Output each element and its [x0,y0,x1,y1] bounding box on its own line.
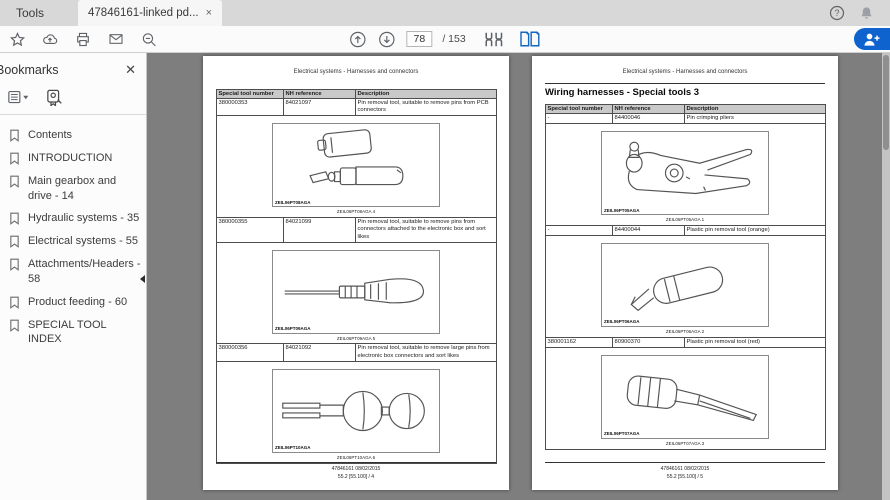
print-icon[interactable] [71,29,95,50]
figure-caption: ZEIL06PT07AGA 3 [546,441,825,447]
col-header-nh-reference: NH reference [283,90,355,99]
two-page-view-icon[interactable] [520,30,542,48]
bookmarks-close-icon[interactable]: ✕ [125,62,136,78]
figure-caption: ZEIL06PT05AGA 1 [546,217,825,223]
bookmark-item-main-gearbox[interactable]: Main gearbox and drive - 14 [0,170,146,208]
acrobat-window: Tools 47846161-linked pd... × ? [0,0,890,500]
tool-illustration-large-pin-removal: ZEIL06PT10AGA [272,369,440,453]
figure-id-label: ZEIL06PT09AGA [275,326,311,332]
tool-illustration-pin-removal-pcb: ZEIL06PT08AGA [272,123,440,207]
organize-pages-icon[interactable] [484,30,506,48]
table-row: - 84400046 Pin crimping pliers [545,114,825,124]
collapse-panel-icon[interactable] [140,275,145,283]
zoom-out-icon[interactable] [137,29,161,50]
col-header-description: Description [684,105,825,114]
favorite-star-icon[interactable] [6,29,29,50]
notifications-bell-icon[interactable] [859,5,874,21]
next-page-icon[interactable] [377,30,396,49]
table-row: 380000355 84021099 Pin removal tool, sui… [216,218,496,243]
tool-illustration-pin-removal-electronic-box: ZEIL06PT09AGA [272,250,440,334]
bookmarks-panel: Bookmarks ✕ Contents INTRODUCTION Main g… [0,53,147,500]
bookmarks-list: Contents INTRODUCTION Main gearbox and d… [0,115,146,351]
tab-bar: Tools 47846161-linked pd... × ? [0,0,890,26]
tab-document[interactable]: 47846161-linked pd... × [78,0,222,26]
footer-doc-number: 47846161 08/02/2015 [532,466,838,474]
figure-caption: ZEIL06PT06AGA 2 [546,329,825,335]
bookmark-item-special-tool-index[interactable]: SPECIAL TOOL INDEX [0,314,146,352]
running-header: Electrical systems - Harnesses and conne… [203,56,509,75]
col-header-tool-number: Special tool number [545,105,612,114]
share-people-button[interactable] [854,28,890,50]
section-divider [545,83,825,84]
help-icon[interactable]: ? [829,5,845,21]
page-footer: 47846161 08/02/2015 55.2 [55.100] / 4 [203,462,509,481]
page-number-input[interactable] [406,31,432,47]
figure-id-label: ZEIL06PT06AGA [604,319,640,325]
section-heading: Wiring harnesses - Special tools 3 [545,87,825,98]
figure-id-label: ZEIL06PT10AGA [275,445,311,451]
col-header-tool-number: Special tool number [216,90,283,99]
footer-section-page: 55.2 [55.100] / 5 [532,474,838,482]
bookmarks-options-icon[interactable] [8,90,30,105]
share-cloud-upload-icon[interactable] [38,29,62,50]
toolbar: / 153 [0,26,890,53]
col-header-description: Description [355,90,496,99]
bookmark-item-introduction[interactable]: INTRODUCTION [0,147,146,170]
bookmark-item-hydraulic-systems[interactable]: Hydraulic systems - 35 [0,207,146,230]
page-footer: 47846161 08/02/2015 55.2 [55.100] / 5 [532,462,838,481]
bookmark-item-product-feeding[interactable]: Product feeding - 60 [0,291,146,314]
special-tools-table: Special tool number NH reference Descrip… [216,89,497,464]
figure-id-label: ZEIL06PT07AGA [604,431,640,437]
table-row: 380000356 84021092 Pin removal tool, sui… [216,344,496,361]
tool-illustration-plastic-pin-removal-orange: ZEIL06PT06AGA [601,243,769,327]
footer-section-page: 55.2 [55.100] / 4 [203,474,509,482]
page-count-label: / 153 [442,33,465,45]
tool-illustration-crimping-pliers: ZEIL06PT05AGA [601,131,769,215]
bookmark-item-contents[interactable]: Contents [0,124,146,147]
tab-tools-label: Tools [16,6,44,20]
table-row: - 84400044 Plastic pin removal tool (ora… [545,225,825,235]
figure-caption: ZEIL06PT08AGA 4 [217,209,496,215]
bookmark-item-attachments-headers[interactable]: Attachments/Headers - 58 [0,253,146,291]
special-tools-table: Special tool number NH reference Descrip… [545,104,826,450]
figure-caption: ZEIL06PT10AGA 6 [217,455,496,461]
email-icon[interactable] [104,29,128,49]
bookmarks-panel-title: Bookmarks [0,63,59,77]
pdf-page-left: Electrical systems - Harnesses and conne… [203,56,509,490]
tab-tools[interactable]: Tools [0,0,60,26]
footer-doc-number: 47846161 08/02/2015 [203,466,509,474]
figure-id-label: ZEIL06PT08AGA [275,200,311,206]
tab-close-icon[interactable]: × [206,7,212,19]
bookmark-item-electrical-systems[interactable]: Electrical systems - 55 [0,230,146,253]
document-viewport[interactable]: Electrical systems - Harnesses and conne… [148,53,882,500]
table-row: 380001162 80900370 Plastic pin removal t… [545,337,825,347]
table-row: 380000353 84021097 Pin removal tool, sui… [216,99,496,116]
pdf-page-right: Electrical systems - Harnesses and conne… [532,56,838,490]
vertical-scrollbar[interactable] [882,53,890,500]
tool-illustration-plastic-pin-removal-red: ZEIL06PT07AGA [601,355,769,439]
previous-page-icon[interactable] [348,30,367,49]
col-header-nh-reference: NH reference [612,105,684,114]
svg-text:?: ? [834,8,839,18]
figure-id-label: ZEIL06PT05AGA [604,208,640,214]
expand-current-bookmark-icon[interactable] [46,89,64,106]
figure-caption: ZEIL06PT09AGA 5 [217,336,496,342]
tab-document-label: 47846161-linked pd... [88,7,199,19]
running-header: Electrical systems - Harnesses and conne… [532,56,838,75]
scrollbar-thumb[interactable] [883,55,889,150]
